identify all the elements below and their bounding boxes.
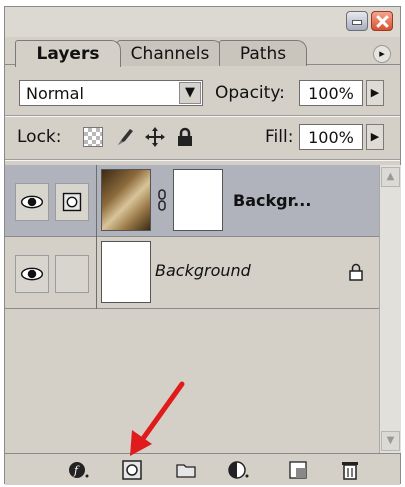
panel-titlebar [5,7,400,37]
scroll-down-icon[interactable]: ▼ [381,431,400,451]
blend-mode-select[interactable]: Normal ▼ [19,80,203,106]
layers-toolbar: f [5,453,400,485]
layer-thumbnail[interactable] [101,169,151,231]
new-group-icon[interactable] [175,460,197,480]
delete-layer-icon[interactable] [339,460,361,480]
new-layer-icon[interactable] [287,460,309,480]
tab-channels[interactable]: Channels [117,40,223,66]
column-divider [96,165,97,309]
eye-icon [20,195,44,209]
blend-mode-value: Normal [26,84,84,103]
eye-icon [20,267,44,281]
lock-icon [349,263,363,281]
layer-name[interactable]: Background [155,261,251,280]
visibility-toggle[interactable] [15,183,49,221]
divider [5,115,400,117]
lock-position-icon[interactable] [145,127,165,147]
blend-row: Normal ▼ Opacity: 100% ▶ [5,77,400,111]
mask-link-cell-empty[interactable] [55,255,89,293]
fill-field[interactable]: 100% [299,124,363,150]
layer-name[interactable]: Backgr... [233,191,311,210]
lock-label: Lock: [17,127,62,147]
layer-row-background[interactable]: Background [5,237,379,309]
lock-transparent-pixels-icon[interactable] [83,127,103,147]
chevron-down-icon[interactable]: ▼ [179,82,201,104]
lock-image-pixels-icon[interactable] [115,127,135,147]
adjustment-layer-icon[interactable] [227,460,249,480]
scroll-up-icon[interactable]: ▲ [381,167,400,187]
lock-all-icon[interactable] [175,127,195,147]
annotation-arrow-icon [130,381,185,456]
tab-paths[interactable]: Paths [219,40,307,66]
panel-menu-button[interactable]: ▸ [373,45,391,63]
visibility-toggle[interactable] [15,255,49,293]
divider [5,159,400,161]
add-layer-mask-icon[interactable] [121,460,143,480]
tab-layers[interactable]: Layers [15,40,121,67]
opacity-slider-button[interactable]: ▶ [366,80,384,106]
panel-tabs: Channels Paths Layers ▸ [5,37,400,67]
close-icon[interactable] [371,11,393,31]
opacity-field[interactable]: 100% [299,80,363,106]
layer-row-masked[interactable]: Backgr... [5,165,379,237]
layer-style-icon[interactable]: f [67,460,89,480]
lock-row: Lock: Fill: 100% ▶ [5,121,400,155]
fill-slider-button[interactable]: ▶ [366,124,384,150]
layer-mask-thumbnail[interactable] [173,169,223,231]
layers-scrollbar[interactable]: ▲ ▼ [379,165,401,453]
opacity-label: Opacity: [215,83,285,103]
fill-label: Fill: [265,127,294,147]
layer-mask-indicator-icon [62,192,82,212]
layers-panel: Channels Paths Layers ▸ Normal ▼ Opacity… [4,6,401,485]
minimize-icon[interactable] [346,11,368,31]
mask-link-cell[interactable] [55,183,89,221]
layer-thumbnail[interactable] [101,241,151,303]
chain-link-icon[interactable] [157,189,167,211]
